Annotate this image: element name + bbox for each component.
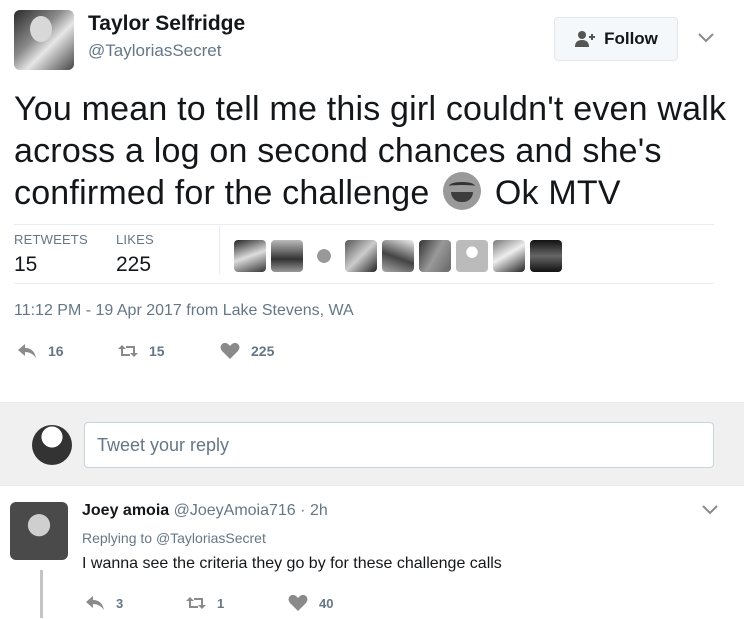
thread-line — [40, 570, 43, 618]
replying-to: Replying to @TayloriasSecret — [82, 530, 266, 546]
liker-avatar[interactable] — [271, 240, 303, 272]
stats-divider — [219, 226, 220, 274]
retweets-value: 15 — [14, 253, 38, 276]
author-name[interactable]: Taylor Selfridge — [88, 12, 245, 36]
liker-avatar[interactable] — [234, 240, 266, 272]
liker-avatar[interactable] — [530, 240, 562, 272]
reply-reply-count: 3 — [116, 595, 124, 611]
reply-icon — [18, 344, 36, 358]
follow-label: Follow — [604, 29, 658, 48]
reply-icon — [86, 596, 104, 610]
likes-value: 225 — [116, 253, 152, 276]
reply-tweet[interactable]: Joey amoia @JoeyAmoia716 · 2h Replying t… — [0, 486, 744, 619]
likes-label: LIKES — [116, 232, 154, 247]
main-tweet: Taylor Selfridge @TayloriasSecret Follow… — [0, 0, 744, 402]
reply-reply-action[interactable]: 3 — [84, 594, 123, 612]
retweet-icon — [186, 597, 206, 609]
heart-icon — [220, 342, 240, 359]
reply-header: Joey amoia @JoeyAmoia716 · 2h — [82, 502, 328, 520]
liker-avatar[interactable] — [419, 240, 451, 272]
reply-retweet-action[interactable]: 1 — [185, 594, 224, 612]
retweets-stat[interactable]: RETWEETS 15 — [14, 232, 88, 277]
reply-like-count: 40 — [319, 595, 334, 611]
follow-button[interactable]: Follow — [554, 17, 678, 61]
chevron-down-icon[interactable] — [696, 30, 716, 46]
reply-action[interactable]: 16 — [16, 342, 64, 360]
replying-to-handle[interactable]: @TayloriasSecret — [156, 530, 266, 546]
reply-like-action[interactable]: 40 — [287, 594, 333, 612]
reply-count: 16 — [48, 343, 64, 359]
retweets-label: RETWEETS — [14, 232, 88, 247]
retweet-count: 15 — [149, 343, 165, 359]
reply-text: I wanna see the criteria they go by for … — [82, 555, 502, 572]
retweet-action[interactable]: 15 — [117, 342, 165, 360]
reply-time[interactable]: 2h — [310, 502, 328, 519]
liker-avatar[interactable] — [345, 240, 377, 272]
reply-retweet-count: 1 — [217, 595, 225, 611]
reply-author-avatar[interactable] — [10, 502, 68, 560]
chevron-down-icon[interactable] — [700, 502, 720, 518]
like-action[interactable]: 225 — [219, 342, 274, 360]
tweet-text-part2: Ok MTV — [494, 174, 621, 212]
retweet-icon — [118, 345, 138, 357]
tweet-text: You mean to tell me this girl couldn't e… — [14, 88, 734, 214]
liker-avatar[interactable] — [456, 240, 488, 272]
face-with-tears-of-joy-icon — [443, 172, 482, 210]
heart-icon — [288, 594, 308, 611]
reply-author-name[interactable]: Joey amoia — [82, 502, 169, 519]
add-user-icon — [575, 31, 596, 47]
liker-avatar[interactable] — [493, 240, 525, 272]
likers-list — [234, 240, 562, 272]
separator-dot: · — [300, 502, 306, 519]
liker-avatar[interactable] — [308, 240, 340, 272]
divider — [14, 283, 714, 284]
reply-author-handle[interactable]: @JoeyAmoia716 — [174, 502, 296, 519]
like-count: 225 — [251, 343, 275, 359]
liker-avatar[interactable] — [382, 240, 414, 272]
divider — [14, 224, 714, 225]
tweet-timestamp[interactable]: 11:12 PM - 19 Apr 2017 from Lake Stevens… — [14, 302, 354, 320]
author-avatar[interactable] — [14, 10, 74, 70]
replying-to-label: Replying to — [82, 530, 153, 546]
likes-stat[interactable]: LIKES 225 — [116, 232, 154, 277]
author-handle[interactable]: @TayloriasSecret — [88, 41, 221, 61]
reply-composer — [0, 402, 744, 486]
reply-input[interactable] — [84, 422, 714, 468]
current-user-avatar — [32, 425, 72, 465]
